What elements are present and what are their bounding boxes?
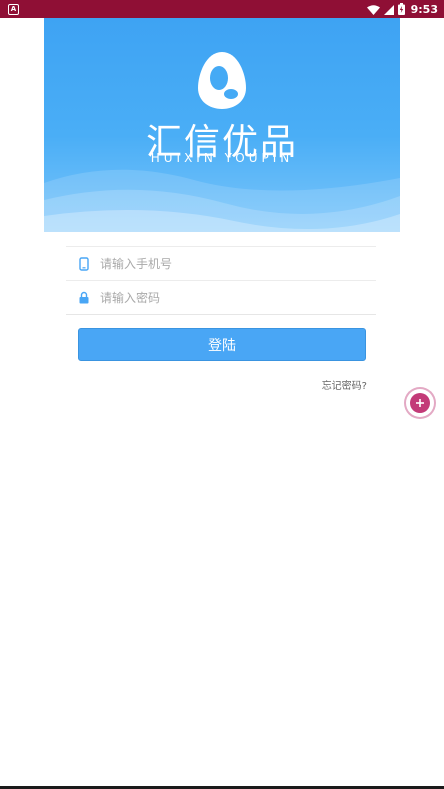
brand-name-english: HUIXIN YOUPIN <box>150 151 294 165</box>
cellular-signal-icon <box>383 0 394 19</box>
forgot-password-link[interactable]: 忘记密码? <box>322 377 367 392</box>
status-time: 9:53 <box>410 2 438 16</box>
brand-banner: 汇信优品 HUIXIN YOUPIN <box>44 18 400 232</box>
password-input[interactable] <box>100 285 376 310</box>
login-button[interactable]: 登陆 <box>78 328 366 361</box>
app-notification-icon: A <box>8 3 19 15</box>
plus-circle-icon <box>410 393 430 413</box>
login-form <box>66 246 376 315</box>
battery-charging-icon <box>397 0 405 19</box>
status-bar: A 9:53 <box>0 0 444 18</box>
wifi-icon <box>366 0 380 19</box>
phone-field-row <box>66 246 376 280</box>
floating-assist-button[interactable] <box>406 389 434 417</box>
login-screen: A 9:53 汇信优品 HUIXIN YOUPIN 请输入手机号 登陆 忘记密码… <box>0 0 444 789</box>
lock-icon <box>75 289 93 307</box>
phone-input[interactable] <box>100 251 376 276</box>
egg-logo-icon <box>197 50 247 114</box>
password-field-row <box>66 280 376 315</box>
phone-icon <box>75 255 93 273</box>
